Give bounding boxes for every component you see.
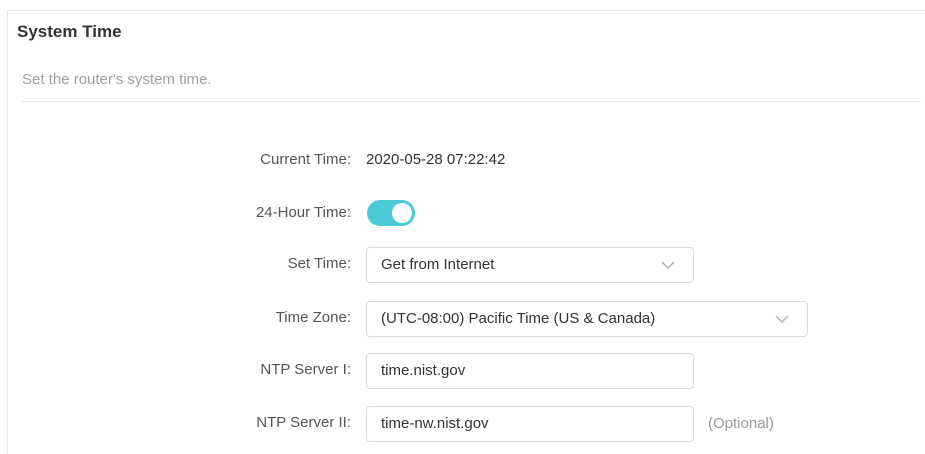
ntp1-input[interactable]: time.nist.gov (366, 353, 694, 389)
divider (22, 101, 921, 102)
ntp2-input[interactable]: time-nw.nist.gov (366, 406, 694, 442)
page-subtitle: Set the router's system time. (22, 71, 212, 88)
set-time-selected: Get from Internet (381, 256, 495, 273)
toggle-knob (392, 203, 412, 223)
time-zone-label: Time Zone: (275, 309, 351, 326)
ntp1-label: NTP Server I: (260, 361, 351, 378)
set-time-select[interactable]: Get from Internet (366, 247, 694, 283)
page-title: System Time (17, 22, 122, 41)
time-zone-selected: (UTC-08:00) Pacific Time (US & Canada) (381, 310, 656, 327)
current-time-row: Current Time: 2020-05-28 07:22:42 (0, 143, 925, 177)
hour24-toggle[interactable] (367, 200, 415, 226)
optional-hint: (Optional) (708, 415, 774, 432)
ntp1-row: NTP Server I: time.nist.gov (0, 353, 925, 389)
chevron-down-icon (775, 315, 789, 324)
ntp2-label: NTP Server II: (256, 414, 351, 431)
ntp2-value: time-nw.nist.gov (381, 415, 489, 432)
set-time-row: Set Time: Get from Internet (0, 247, 925, 283)
hour24-label: 24-Hour Time: (255, 204, 351, 221)
time-zone-row: Time Zone: (UTC-08:00) Pacific Time (US … (0, 301, 925, 337)
ntp1-value: time.nist.gov (381, 362, 466, 379)
set-time-label: Set Time: (287, 255, 351, 272)
ntp2-row: NTP Server II: time-nw.nist.gov (Optiona… (0, 406, 925, 442)
chevron-down-icon (661, 261, 675, 270)
time-zone-select[interactable]: (UTC-08:00) Pacific Time (US & Canada) (366, 301, 808, 337)
hour24-row: 24-Hour Time: (0, 196, 925, 230)
current-time-value: 2020-05-28 07:22:42 (366, 151, 506, 168)
current-time-label: Current Time: (260, 151, 351, 168)
